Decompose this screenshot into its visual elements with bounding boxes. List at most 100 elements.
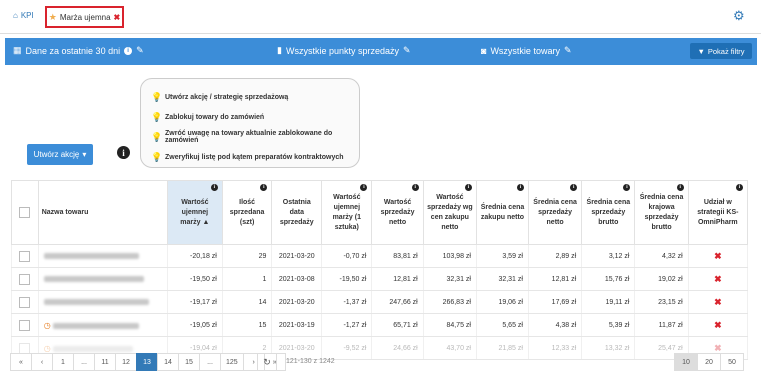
lightbulb-icon: 💡	[151, 111, 163, 122]
action-label: Zablokuj towary do zamówień	[165, 113, 265, 121]
col-header[interactable]: i Średnia cena zakupu netto	[475, 180, 529, 245]
table-cell: 2,89 zł	[527, 244, 583, 268]
info-icon[interactable]: i	[117, 146, 130, 159]
table-row[interactable]: -19,17 zł 14 2021-03-20 -1,37 zł 247,66 zł 26…	[11, 290, 749, 314]
action-item[interactable]: 💡 Zablokuj towary do zamówień	[151, 107, 349, 127]
building-icon: ▮	[277, 45, 282, 55]
date-filter[interactable]: ▦ Dane za ostatnie 30 dni i ✎	[13, 45, 144, 56]
info-icon: i	[570, 184, 578, 191]
edit-icon[interactable]: ✎	[403, 45, 411, 56]
row-select-cell[interactable]	[11, 313, 39, 337]
col-header-label: Średnia cena krajowa sprzedaży brutto	[639, 193, 684, 231]
redacted-name	[43, 298, 149, 305]
col-header[interactable]: Ostatnia data sprzedaży	[271, 180, 323, 245]
table-cell: 4,32 zł	[634, 244, 689, 268]
action-item[interactable]: 💡 Utwórz akcję / strategię sprzedażową	[151, 87, 349, 107]
info-icon: i	[360, 184, 368, 191]
page-button[interactable]: ...	[73, 353, 95, 371]
col-header-label: Udział w strategii KS-OmniPharm	[697, 198, 739, 226]
page-button[interactable]: 12	[115, 353, 137, 371]
row-checkbox[interactable]	[19, 296, 31, 308]
col-header[interactable]: i Średnia cena sprzedaży netto	[527, 180, 583, 245]
goods-filter[interactable]: ◙ Wszystkie towary ✎	[481, 45, 572, 56]
action-item[interactable]: 💡 Zwróć uwagę na towary aktualnie zabloko…	[151, 127, 349, 147]
lightbulb-icon: 💡	[151, 151, 163, 162]
page-size-button[interactable]: 20	[697, 353, 721, 371]
col-header[interactable]: i Ilość sprzedana (szt)	[221, 180, 273, 245]
col-header[interactable]: i Wartość ujemnej marży (1 sztuka)	[321, 180, 373, 245]
select-all-checkbox[interactable]	[19, 206, 31, 218]
col-header-label: Średnia cena sprzedaży netto	[533, 198, 577, 226]
col-header[interactable]: i Udział w strategii KS-OmniPharm	[687, 180, 749, 245]
col-header-sorted[interactable]: i Wartość ujemnej marży ▲	[166, 180, 223, 245]
edit-icon[interactable]: ✎	[564, 45, 572, 56]
table-cell: 32,31 zł	[422, 267, 477, 291]
row-select-cell[interactable]	[11, 290, 39, 314]
col-header[interactable]: Nazwa towaru	[37, 180, 168, 245]
table-cell: 83,81 zł	[371, 244, 424, 268]
tab-kpi-label: KPI	[20, 11, 34, 20]
page-button[interactable]: 125	[220, 353, 244, 371]
col-header[interactable]: i Wartość sprzedaży netto	[371, 180, 424, 245]
table-cell: 17,69 zł	[527, 290, 583, 314]
row-checkbox[interactable]	[19, 342, 31, 354]
row-select-cell[interactable]	[11, 267, 39, 291]
create-action-label: Utwórz akcję	[33, 150, 80, 159]
page-button[interactable]: 15	[178, 353, 200, 371]
select-all-header[interactable]	[11, 180, 39, 245]
col-header[interactable]: i Wartość sprzedaży wg cen zakupu netto	[422, 180, 477, 245]
settings-gear-icon[interactable]: ⚙	[733, 9, 747, 23]
tab-kpi[interactable]: ⌂ KPI	[13, 11, 34, 20]
info-icon: i	[516, 184, 524, 191]
table-cell: -1,27 zł	[321, 313, 373, 337]
table-cell: 2021-03-19	[271, 313, 323, 337]
tab-bar: ⌂ KPI ★ Marża ujemna ✖ ⚙	[0, 0, 761, 34]
row-select-cell[interactable]	[11, 244, 39, 268]
points-filter[interactable]: ▮ Wszystkie punkty sprzedaży ✎	[277, 45, 411, 56]
row-checkbox[interactable]	[19, 319, 31, 331]
x-mark-icon: ✖	[714, 342, 722, 353]
page-button[interactable]: ‹	[31, 353, 53, 371]
clock-icon: ◷	[43, 343, 51, 353]
col-header[interactable]: i Średnia cena krajowa sprzedaży brutto	[634, 180, 689, 245]
row-checkbox[interactable]	[19, 273, 31, 285]
row-checkbox[interactable]	[19, 250, 31, 262]
lightbulb-icon: 💡	[151, 91, 163, 102]
table-cell: -19,17 zł	[166, 290, 223, 314]
close-icon[interactable]: ✖	[114, 13, 121, 22]
create-action-button[interactable]: Utwórz akcję ▾	[27, 144, 93, 165]
table-cell: 19,11 zł	[581, 290, 636, 314]
table-row[interactable]: -20,18 zł 29 2021-03-20 -0,70 zł 83,81 zł 103…	[11, 244, 749, 268]
show-filters-button[interactable]: ▼ Pokaż filtry	[690, 43, 752, 59]
col-header[interactable]: i Średnia cena sprzedaży brutto	[581, 180, 636, 245]
table-cell: 13,32 zł	[581, 336, 636, 360]
page-button[interactable]: 13	[136, 353, 158, 371]
table-cell: 11,87 zł	[634, 313, 689, 337]
filter-bar: ▦ Dane za ostatnie 30 dni i ✎ ▮ Wszystki…	[5, 38, 757, 65]
info-icon: i	[736, 184, 743, 191]
action-item[interactable]: 💡 Zweryfikuj listę pod kątem preparatów k…	[151, 147, 349, 167]
table-row[interactable]: -19,50 zł 1 2021-03-08 -19,50 zł 12,81 zł 32,…	[11, 267, 749, 291]
x-mark-icon: ✖	[714, 319, 722, 330]
table-cell: 2021-03-08	[271, 267, 323, 291]
table-row[interactable]: ◷ -19,05 zł 15 2021-03-19 -1,27 zł 65,71 zł 8…	[11, 313, 749, 337]
strategy-cell: ✖	[687, 290, 749, 314]
tab-marza-ujemna[interactable]: ★ Marża ujemna ✖	[45, 6, 124, 28]
product-name-cell	[37, 244, 168, 268]
table-cell: 12,81 zł	[527, 267, 583, 291]
edit-icon[interactable]: ✎	[136, 45, 144, 56]
page-size-button[interactable]: 10	[674, 353, 698, 371]
table-cell: 29	[221, 244, 273, 268]
date-filter-label: Dane za ostatnie 30 dni	[25, 45, 121, 56]
page-button[interactable]: 1	[52, 353, 74, 371]
page-size-button[interactable]: 50	[720, 353, 744, 371]
table-cell: 103,98 zł	[422, 244, 477, 268]
range-text: 121-130 z 1242	[286, 358, 335, 365]
page-button[interactable]: ...	[199, 353, 221, 371]
page-button[interactable]: 11	[94, 353, 116, 371]
refresh-icon[interactable]: ↻	[257, 353, 277, 371]
products-table: Nazwa towaru i Wartość ujemnej marży ▲ iI…	[11, 180, 749, 360]
page-button[interactable]: «	[10, 353, 32, 371]
page-button[interactable]: 14	[157, 353, 179, 371]
x-mark-icon: ✖	[714, 273, 722, 284]
